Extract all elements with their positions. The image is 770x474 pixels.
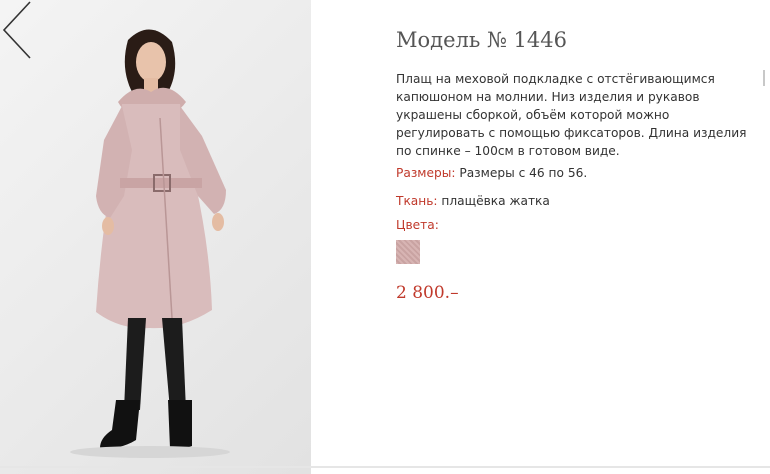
product-photo — [0, 0, 311, 474]
fabric-row: Ткань: плащёвка жатка — [396, 194, 550, 208]
product-description: Плащ на меховой подкладке с отстёгивающи… — [396, 72, 747, 158]
fabric-label: Ткань: — [396, 194, 438, 208]
scrollbar-thumb[interactable] — [763, 70, 765, 86]
sizes-label: Размеры: — [396, 166, 456, 180]
chevron-left-icon[interactable] — [0, 0, 36, 60]
color-swatch[interactable] — [396, 240, 420, 264]
product-price: 2 800.– — [396, 283, 459, 303]
divider — [0, 466, 770, 468]
colors-row: Цвета: — [396, 218, 439, 232]
model-illustration — [70, 29, 230, 458]
fabric-value: плащёвка жатка — [441, 194, 550, 208]
colors-label: Цвета: — [396, 218, 439, 232]
product-title: Модель № 1446 — [396, 28, 567, 52]
sizes-row: Размеры: Размеры с 46 по 56. — [396, 166, 587, 180]
sizes-value: Размеры с 46 по 56. — [459, 166, 588, 180]
